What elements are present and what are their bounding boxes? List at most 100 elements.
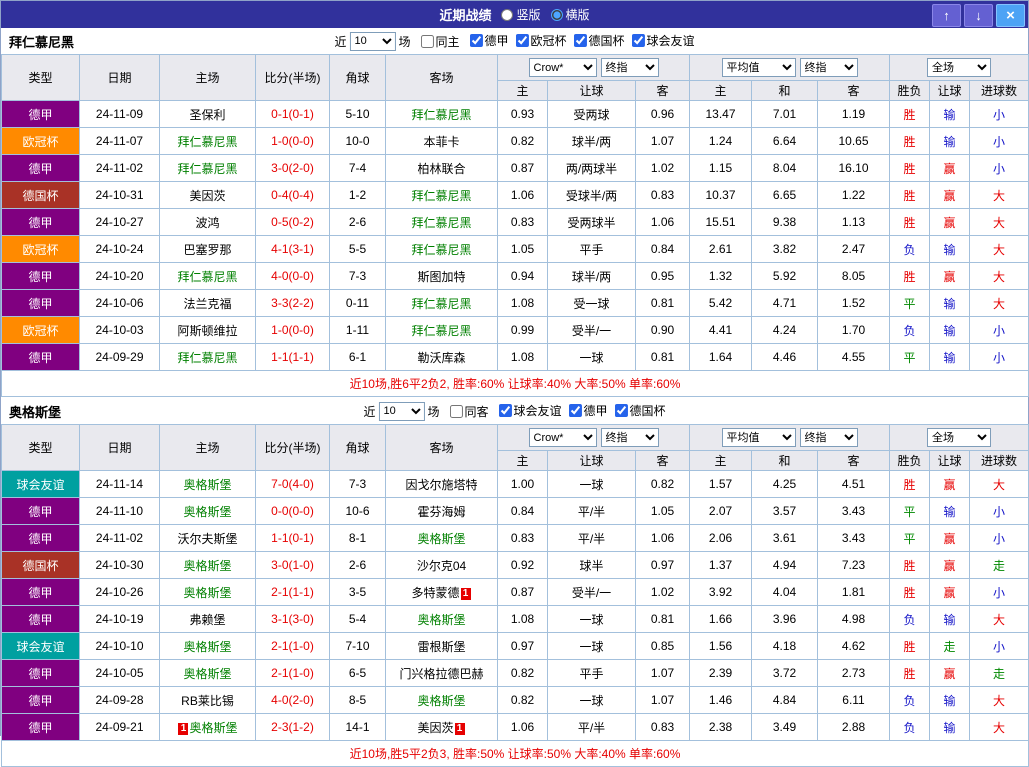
match-row: 德甲 24-10-20 拜仁慕尼黑 4-0(0-0) 7-3 斯图加特 0.94 球半/两 0.… [1, 262, 1029, 290]
handicap-line: 平/半 [547, 524, 636, 552]
odds1-period-select[interactable]: 终指 [600, 428, 659, 447]
handicap-line: 球半/两 [547, 262, 636, 290]
avg-home-odds: 2.06 [689, 524, 752, 552]
team-label: 霍芬海姆 [417, 504, 466, 519]
league-checkbox[interactable] [573, 34, 587, 47]
team-label: 奥格斯堡 [183, 477, 232, 492]
away-team: 门兴格拉德巴赫 [385, 659, 498, 687]
games-label: 场 [398, 34, 411, 49]
result-outcome: 胜 [889, 262, 930, 290]
away-team: 拜仁慕尼黑 [385, 316, 498, 344]
score: 3-0(1-0) [255, 551, 330, 579]
results-table: 类型 日期 主场 比分(半场) 角球 客场 Crow*终指 平均值终指 全场 [1, 54, 1029, 397]
layout-radio-horizontal[interactable] [550, 8, 563, 21]
match-date: 24-09-21 [79, 713, 160, 741]
score: 1-1(1-1) [255, 343, 330, 371]
league-checkbox[interactable] [614, 404, 628, 417]
league-checkbox[interactable] [568, 404, 582, 417]
result-goals: 小 [969, 578, 1029, 606]
match-count-select[interactable]: 10 [349, 31, 396, 51]
league-checkbox[interactable] [515, 34, 529, 47]
league-filter[interactable]: 球会友谊 [498, 402, 562, 419]
avg-away-odds: 4.51 [817, 470, 890, 498]
league-checkbox[interactable] [469, 34, 483, 47]
avg-draw-odds: 3.49 [751, 713, 818, 741]
match-row: 德甲 24-09-29 拜仁慕尼黑 1-1(1-1) 6-1 勒沃库森 1.08 一球 0.81… [1, 343, 1029, 371]
scroll-up-button[interactable]: ↑ [932, 4, 961, 27]
result-outcome: 负 [889, 235, 930, 263]
close-button[interactable]: × [996, 4, 1025, 27]
avg-home-odds: 1.64 [689, 343, 752, 371]
col-header: 客场 [385, 424, 498, 471]
layout-radio-vertical[interactable] [501, 8, 514, 21]
odds1-source-select[interactable]: Crow* [528, 58, 597, 77]
match-date: 24-09-29 [79, 343, 160, 371]
odds-sub-col: 和 [751, 80, 818, 101]
odds-sub-col: 让球 [929, 450, 970, 471]
league-tag: 德甲 [1, 343, 80, 371]
team-label: 拜仁慕尼黑 [411, 296, 472, 311]
table-header-row-1: 类型 日期 主场 比分(半场) 角球 客场 Crow* 终指 平均值 终指 全场 [1, 54, 1029, 101]
league-filter[interactable]: 德国杯 [614, 402, 666, 419]
league-checkbox[interactable] [498, 404, 512, 417]
team-label: 勒沃库森 [417, 350, 466, 365]
handicap-home-odds: 0.83 [497, 524, 548, 552]
scope-select[interactable]: 全场 [927, 58, 991, 77]
match-count-select[interactable]: 10 [378, 401, 425, 421]
team-label: 雷根斯堡 [417, 639, 466, 654]
odds2-period-select[interactable]: 终指 [799, 58, 858, 77]
results-table: 类型 日期 主场 比分(半场) 角球 客场 Crow*终指 平均值终指 全场 [1, 424, 1029, 767]
handicap-line: 一球 [547, 686, 636, 714]
match-row: 球会友谊 24-11-14 奥格斯堡 7-0(4-0) 7-3 因戈尔施塔特 1.00 一球 0… [1, 470, 1029, 498]
league-filter[interactable]: 德甲 [469, 32, 509, 49]
league-filter[interactable]: 球会友谊 [631, 32, 695, 49]
result-handicap: 输 [929, 686, 970, 714]
odds-sub-col: 主 [689, 80, 752, 101]
handicap-away-odds: 1.06 [635, 208, 690, 236]
avg-away-odds: 4.98 [817, 605, 890, 633]
layout-option-vertical[interactable]: 竖版 [501, 6, 541, 23]
same-venue-filter[interactable]: 同客 [449, 403, 489, 420]
odds-sub-col: 客 [635, 80, 690, 101]
team-label: 柏林联合 [417, 161, 466, 176]
league-checkbox[interactable] [631, 34, 645, 47]
odds1-source-select[interactable]: Crow* [528, 428, 597, 447]
avg-draw-odds: 4.94 [751, 551, 818, 579]
away-team: 多特蒙德 1 [385, 578, 498, 606]
avg-draw-odds: 4.25 [751, 470, 818, 498]
team-label: 多特蒙德 [411, 585, 460, 600]
corners: 6-5 [329, 659, 386, 687]
league-filter[interactable]: 德国杯 [573, 32, 625, 49]
result-goals: 大 [969, 605, 1029, 633]
league-filter[interactable]: 欧冠杯 [515, 32, 567, 49]
odds2-source-select[interactable]: 平均值 [721, 58, 796, 77]
match-date: 24-10-30 [79, 551, 160, 579]
avg-home-odds: 1.37 [689, 551, 752, 579]
result-handicap: 赢 [929, 262, 970, 290]
odds2-period-select[interactable]: 终指 [799, 428, 858, 447]
same-venue-filter[interactable]: 同主 [420, 33, 459, 50]
layout-option-horizontal[interactable]: 横版 [550, 6, 590, 23]
away-team: 奥格斯堡 [385, 524, 498, 552]
league-tag: 欧冠杯 [1, 316, 80, 344]
handicap-away-odds: 1.07 [635, 127, 690, 155]
avg-draw-odds: 8.04 [751, 154, 818, 182]
league-tag: 德甲 [1, 713, 80, 741]
handicap-away-odds: 0.82 [635, 470, 690, 498]
league-filter[interactable]: 德甲 [568, 402, 608, 419]
handicap-line: 一球 [547, 605, 636, 633]
league-filter-label: 德甲 [583, 404, 608, 418]
match-date: 24-10-20 [79, 262, 160, 290]
same-venue-checkbox[interactable] [449, 404, 463, 418]
league-filters: 德甲 欧冠杯 德国杯 球会友谊 [462, 32, 695, 50]
odds2-source-select[interactable]: 平均值 [721, 428, 796, 447]
odds1-period-select[interactable]: 终指 [600, 58, 659, 77]
same-venue-checkbox[interactable] [420, 34, 434, 48]
team-label: 沙尔克04 [416, 558, 467, 573]
avg-away-odds: 1.81 [817, 578, 890, 606]
league-tag: 德甲 [1, 208, 80, 236]
corners: 5-5 [329, 235, 386, 263]
match-row: 德甲 24-11-02 拜仁慕尼黑 3-0(2-0) 7-4 柏林联合 0.87 两/两球半 1… [1, 154, 1029, 182]
scroll-down-button[interactable]: ↓ [964, 4, 993, 27]
scope-select[interactable]: 全场 [927, 428, 991, 447]
